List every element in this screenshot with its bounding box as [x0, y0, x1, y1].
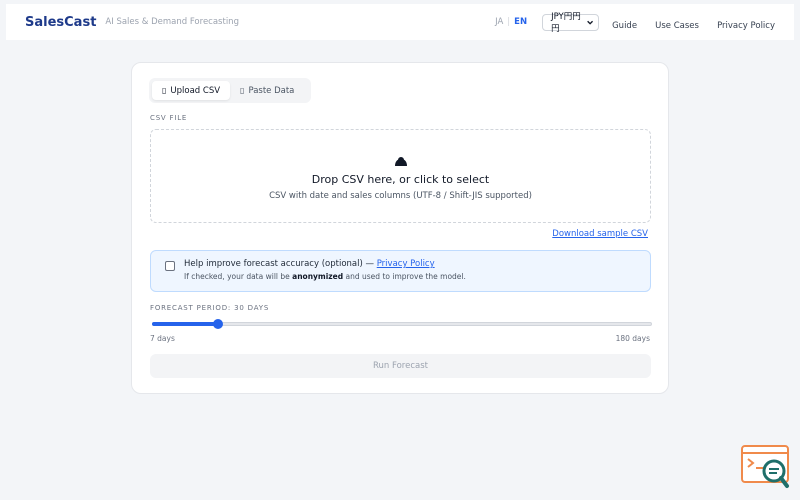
- tab-paste-data[interactable]: ▯ Paste Data: [230, 81, 304, 100]
- nav-guide[interactable]: Guide: [612, 21, 637, 31]
- consent-note: If checked, your data will be anonymized…: [184, 272, 466, 281]
- slider-max-label: 180 days: [615, 334, 650, 343]
- lang-en-link[interactable]: EN: [514, 17, 527, 27]
- brand-tagline: AI Sales & Demand Forecasting: [105, 17, 239, 27]
- header-nav: Guide Use Cases Privacy Policy: [599, 13, 775, 32]
- chevron-down-icon: [587, 20, 593, 25]
- language-switcher: JA | EN: [495, 17, 527, 27]
- tab-upload-csv[interactable]: ▯ Upload CSV: [152, 81, 231, 100]
- download-sample-csv-link[interactable]: Download sample CSV: [552, 229, 648, 239]
- currency-select-value: JPY円円円: [551, 12, 581, 34]
- consent-box: Help improve forecast accuracy (optional…: [150, 250, 651, 292]
- paste-icon: ▯: [240, 86, 245, 95]
- consent-text: Help improve forecast accuracy (optional…: [184, 259, 435, 269]
- lang-ja-link[interactable]: JA: [495, 17, 503, 27]
- forecast-period-label: FORECAST PERIOD: 30 DAYS: [150, 304, 270, 312]
- cloud-icon: [395, 157, 407, 166]
- dropzone-subtitle: CSV with date and sales columns (UTF-8 /…: [269, 191, 532, 201]
- dropzone-title: Drop CSV here, or click to select: [311, 173, 490, 186]
- slider-track: [152, 322, 652, 326]
- consent-note-before: If checked, your data will be: [184, 272, 290, 281]
- tab-paste-data-label: Paste Data: [248, 85, 295, 96]
- consent-label: Help improve forecast accuracy (optional…: [184, 259, 374, 269]
- slider-fill: [152, 322, 219, 326]
- tab-upload-csv-label: Upload CSV: [170, 85, 221, 96]
- consent-privacy-link[interactable]: Privacy Policy: [377, 259, 435, 269]
- csv-dropzone[interactable]: Drop CSV here, or click to select CSV wi…: [150, 129, 651, 223]
- nav-privacy-policy[interactable]: Privacy Policy: [717, 21, 775, 31]
- consent-note-after: and used to improve the model.: [345, 272, 466, 281]
- forecast-card: ▯ Upload CSV ▯ Paste Data CSV FILE Drop …: [131, 62, 669, 394]
- top-header: SalesCast AI Sales & Demand Forecasting …: [6, 4, 794, 40]
- slider-thumb[interactable]: [213, 319, 224, 329]
- input-mode-tabs: ▯ Upload CSV ▯ Paste Data: [149, 78, 311, 103]
- forecast-period-slider[interactable]: [152, 319, 652, 329]
- consent-note-bold: anonymized: [292, 272, 344, 281]
- csv-file-label: CSV FILE: [150, 114, 188, 122]
- slider-min-label: 7 days: [150, 334, 175, 343]
- consent-checkbox[interactable]: [165, 261, 175, 271]
- upload-icon: ▯: [162, 86, 167, 95]
- run-forecast-button[interactable]: Run Forecast: [150, 354, 651, 378]
- brand-logo[interactable]: SalesCast: [25, 15, 96, 30]
- lang-separator: |: [507, 17, 511, 27]
- helper-search-icon[interactable]: [741, 444, 791, 490]
- currency-select[interactable]: JPY円円円: [542, 12, 600, 34]
- nav-use-cases[interactable]: Use Cases: [655, 21, 699, 31]
